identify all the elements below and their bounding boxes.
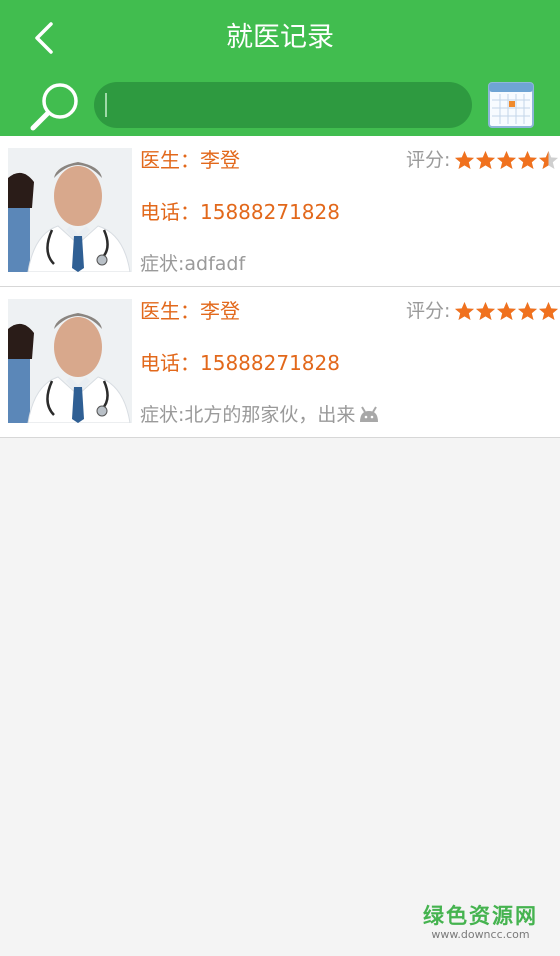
calendar-icon bbox=[488, 82, 534, 128]
star-half-icon bbox=[539, 151, 558, 169]
rating-stars bbox=[454, 301, 559, 322]
rating-label: 评分: bbox=[406, 149, 451, 171]
star-full-icon bbox=[518, 302, 537, 320]
symptom-text: 症状:北方的那家伙，出来 bbox=[140, 401, 381, 429]
watermark: 绿色资源网 www.downcc.com bbox=[423, 904, 538, 942]
star-full-icon bbox=[497, 151, 516, 169]
doctor-phone: 电话：15888271828 bbox=[140, 351, 340, 375]
doctor-name: 医生：李登 bbox=[140, 299, 240, 323]
search-input[interactable] bbox=[94, 82, 472, 128]
doctor-phone: 电话：15888271828 bbox=[140, 200, 340, 224]
symptom-text: 症状:adfadf bbox=[140, 253, 246, 275]
star-full-icon bbox=[497, 302, 516, 320]
star-full-icon bbox=[476, 151, 495, 169]
record-item[interactable]: 医生：李登 电话：15888271828 症状:adfadf 评分: bbox=[0, 136, 560, 287]
page-title: 就医记录 bbox=[226, 22, 334, 53]
doctor-name: 医生：李登 bbox=[140, 148, 240, 172]
star-full-icon bbox=[539, 302, 558, 320]
doctor-avatar bbox=[8, 148, 132, 272]
watermark-title: 绿色资源网 bbox=[423, 904, 538, 928]
doctor-avatar bbox=[8, 299, 132, 423]
record-item[interactable]: 医生：李登 电话：15888271828 症状:北方的那家伙，出来 评分: bbox=[0, 287, 560, 438]
star-full-icon bbox=[518, 151, 537, 169]
star-full-icon bbox=[455, 151, 474, 169]
rating-label: 评分: bbox=[406, 300, 451, 322]
watermark-url: www.downcc.com bbox=[431, 928, 530, 941]
rating-stars bbox=[454, 150, 559, 171]
star-full-icon bbox=[455, 302, 474, 320]
record-list: 医生：李登 电话：15888271828 症状:adfadf 评分: 医生：李登 bbox=[0, 136, 560, 438]
app-header: 就医记录 bbox=[0, 0, 560, 136]
search-icon bbox=[30, 83, 78, 131]
text-caret bbox=[105, 93, 107, 117]
search-button[interactable] bbox=[28, 80, 82, 132]
calendar-button[interactable] bbox=[488, 82, 534, 128]
star-full-icon bbox=[476, 302, 495, 320]
android-icon bbox=[360, 406, 379, 422]
